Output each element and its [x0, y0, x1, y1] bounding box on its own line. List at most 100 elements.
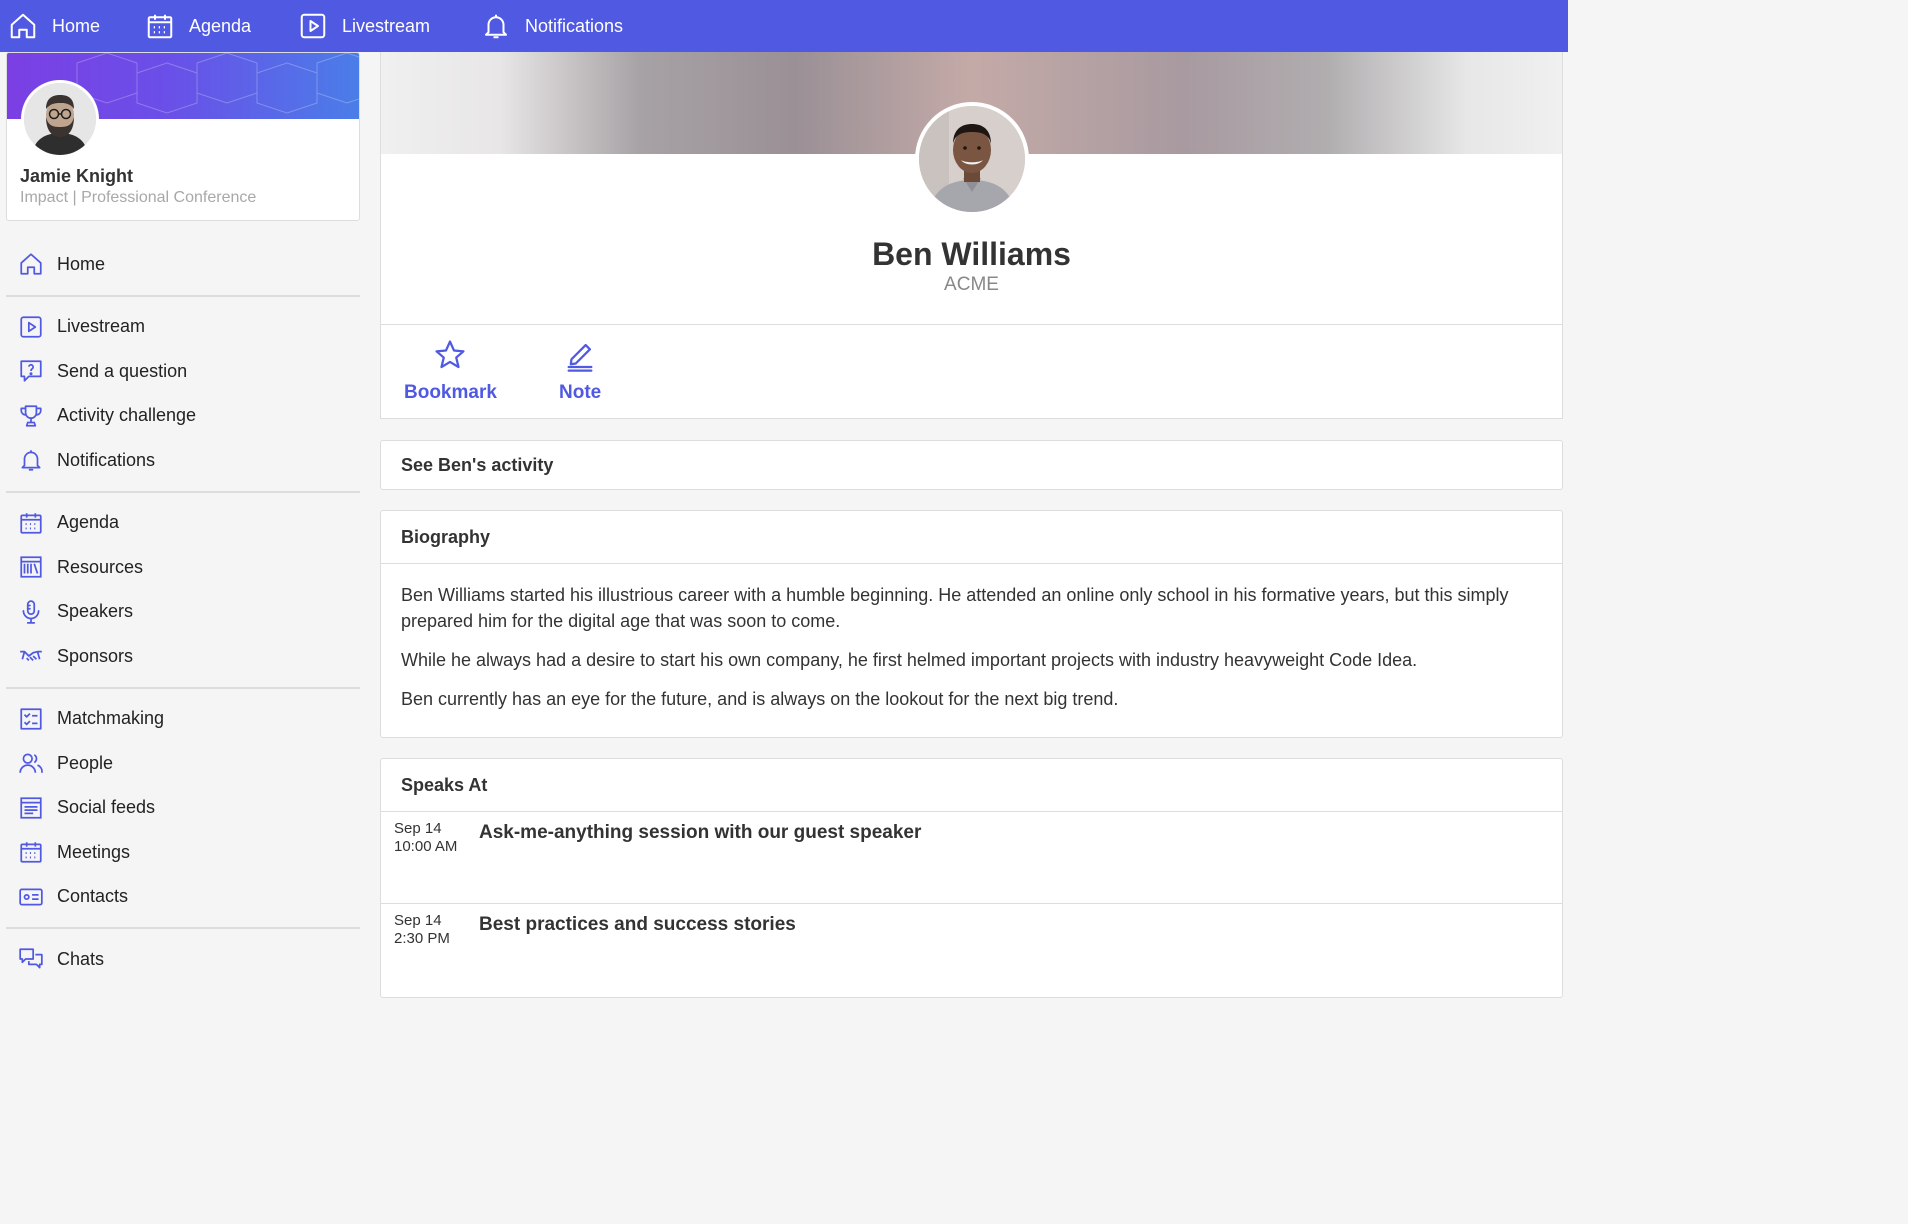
sidebar-item-label: Chats [57, 948, 105, 969]
sidebar-item-label: Matchmaking [57, 708, 165, 729]
biography-paragraph: Ben Williams started his illustrious car… [401, 585, 1509, 631]
top-navigation-bar: Home Agenda Livestream Notifications [0, 0, 1568, 52]
calendar-icon [18, 510, 44, 536]
activity-link[interactable]: See Ben's activity [381, 441, 1562, 489]
sidebar-item-label: Meetings [57, 841, 131, 862]
sidebar-item-notifications[interactable]: Notifications [6, 438, 360, 483]
people-icon [18, 750, 44, 776]
chat-icon [18, 946, 44, 972]
handshake-icon [18, 643, 44, 669]
sidebar-item-matchmaking[interactable]: Matchmaking [6, 697, 360, 742]
session-title[interactable]: Best practices and success stories [479, 912, 796, 996]
top-nav-livestream[interactable]: Livestream [298, 0, 430, 52]
sidebar-item-meetings[interactable]: Meetings [6, 830, 360, 875]
session-time: 2:30 PM [394, 930, 450, 947]
sidebar-item-chats[interactable]: Chats [6, 937, 360, 982]
play-icon [18, 314, 44, 340]
sidebar-group: Home [6, 234, 360, 297]
question-icon [18, 358, 44, 384]
top-nav-label: Livestream [342, 15, 431, 36]
sidebar-item-label: Livestream [57, 316, 146, 337]
session-datetime: Sep 14 10:00 AM [381, 820, 479, 903]
sidebar-item-label: Send a question [57, 360, 188, 381]
bell-icon [481, 11, 511, 41]
home-icon [8, 11, 38, 41]
sidebar-item-resources[interactable]: Resources [6, 545, 360, 590]
biography-paragraph: Ben currently has an eye for the future,… [401, 689, 1119, 709]
feed-icon [18, 795, 44, 821]
sidebar-group: Chats [6, 929, 360, 990]
sidebar-item-social-feeds[interactable]: Social feeds [6, 786, 360, 831]
sidebar-item-label: Sponsors [57, 645, 134, 666]
pen-icon [563, 338, 597, 382]
bell-icon [18, 447, 44, 473]
sidebar: Jamie Knight Impact | Professional Confe… [0, 52, 366, 1006]
sidebar-item-label: Agenda [57, 512, 120, 533]
top-nav-label: Agenda [189, 15, 252, 36]
biography-text: Ben Williams started his illustrious car… [381, 564, 1562, 712]
sidebar-item-label: Social feeds [57, 797, 156, 818]
trophy-icon [18, 403, 44, 429]
note-label: Note [559, 382, 602, 403]
library-icon [18, 554, 44, 580]
calendar-icon [145, 11, 175, 41]
session-title[interactable]: Ask-me-anything session with our guest s… [479, 820, 921, 903]
sidebar-item-label: Speakers [57, 601, 134, 622]
speaks-at-heading: Speaks At [381, 759, 1562, 812]
sidebar-item-label: Activity challenge [57, 405, 197, 426]
session-list: Sep 14 10:00 AM Ask-me-anything session … [381, 812, 1562, 996]
sidebar-item-activity-challenge[interactable]: Activity challenge [6, 394, 360, 439]
speaks-at-card: Speaks At Sep 14 10:00 AM Ask-me-anythin… [380, 758, 1563, 998]
speaker-detail: Ben Williams ACME Bookmark Note See Ben'… [380, 52, 1563, 998]
profile-event: Impact | Professional Conference [20, 189, 257, 206]
biography-card: Biography Ben Williams started his illus… [380, 510, 1563, 738]
avatar[interactable] [21, 80, 99, 158]
sidebar-item-label: Resources [57, 556, 144, 577]
sidebar-item-label: Notifications [57, 449, 156, 470]
sidebar-nav: Home Livestream Send a question Activity ch… [0, 234, 366, 990]
top-nav-label: Notifications [525, 15, 624, 36]
activity-card[interactable]: See Ben's activity [380, 440, 1563, 490]
checklist-icon [18, 706, 44, 732]
sidebar-group: Matchmaking People Social feeds Meetings Con… [6, 689, 360, 929]
sidebar-item-livestream[interactable]: Livestream [6, 305, 360, 350]
sidebar-group: Livestream Send a question Activity challe… [6, 297, 360, 493]
biography-paragraph: While he always had a desire to start hi… [401, 650, 1418, 670]
note-button[interactable]: Note [559, 338, 601, 404]
calendar-icon [18, 839, 44, 865]
star-icon [433, 338, 467, 382]
sidebar-item-people[interactable]: People [6, 741, 360, 786]
divider [381, 324, 1562, 325]
session-date: Sep 14 [394, 912, 442, 929]
top-nav-home[interactable]: Home [8, 0, 100, 52]
session-row[interactable]: Sep 14 10:00 AM Ask-me-anything session … [381, 812, 1562, 904]
speaker-company: ACME [944, 274, 999, 295]
top-nav-agenda[interactable]: Agenda [145, 0, 251, 52]
sidebar-item-contacts[interactable]: Contacts [6, 875, 360, 920]
profile-name: Jamie Knight [20, 166, 134, 186]
session-datetime: Sep 14 2:30 PM [381, 912, 479, 996]
sidebar-item-label: Home [57, 253, 106, 274]
bookmark-button[interactable]: Bookmark [404, 338, 497, 404]
top-nav-label: Home [52, 15, 101, 36]
speaker-header: Ben Williams ACME Bookmark Note [380, 52, 1563, 419]
sidebar-item-label: People [57, 752, 114, 773]
id-card-icon [18, 884, 44, 910]
sidebar-item-label: Contacts [57, 886, 129, 907]
speaker-avatar [915, 102, 1029, 216]
play-icon [298, 11, 328, 41]
session-row[interactable]: Sep 14 2:30 PM Best practices and succes… [381, 904, 1562, 996]
speaker-name: Ben Williams [872, 236, 1071, 272]
bookmark-label: Bookmark [404, 382, 497, 403]
session-time: 10:00 AM [394, 838, 458, 855]
sidebar-item-agenda[interactable]: Agenda [6, 501, 360, 546]
sidebar-item-speakers[interactable]: Speakers [6, 590, 360, 635]
microphone-icon [18, 599, 44, 625]
session-date: Sep 14 [394, 820, 442, 837]
profile-card[interactable]: Jamie Knight Impact | Professional Confe… [6, 52, 360, 221]
sidebar-item-send-a-question[interactable]: Send a question [6, 349, 360, 394]
sidebar-item-home[interactable]: Home [6, 242, 360, 287]
top-nav-notifications[interactable]: Notifications [481, 0, 623, 52]
sidebar-item-sponsors[interactable]: Sponsors [6, 634, 360, 679]
home-icon [18, 251, 44, 277]
